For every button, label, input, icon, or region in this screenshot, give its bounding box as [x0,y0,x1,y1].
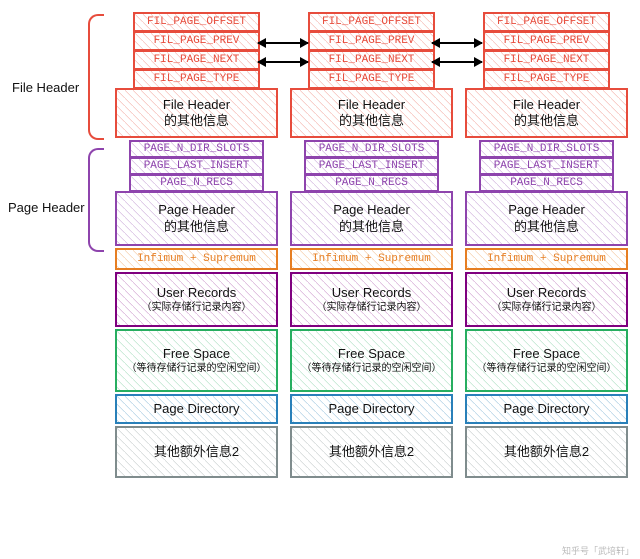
other-extra-info: 其他额外信息2 [290,426,453,478]
page-directory: Page Directory [290,394,453,424]
free-space-sub: （等待存储行记录的空闲空间） [127,363,267,375]
file-header-brace [88,14,104,140]
ph-field: PAGE_LAST_INSERT [479,157,614,175]
ph-other-title: Page Header [333,202,410,218]
ph-field: PAGE_N_DIR_SLOTS [479,140,614,158]
free-space-sub: （等待存储行记录的空闲空间） [477,363,617,375]
ph-other-title: Page Header [508,202,585,218]
fh-field: FIL_PAGE_PREV [483,31,610,51]
fh-other-sub: 的其他信息 [164,113,229,129]
fh-field: FIL_PAGE_TYPE [483,69,610,89]
ph-field: PAGE_LAST_INSERT [304,157,439,175]
ph-other-sub: 的其他信息 [514,219,579,235]
fh-field: FIL_PAGE_TYPE [308,69,435,89]
fh-field: FIL_PAGE_TYPE [133,69,260,89]
infimum-supremum: Infimum + Supremum [115,248,278,270]
free-space: Free Space（等待存储行记录的空闲空间） [290,329,453,392]
free-space-title: Free Space [163,346,230,362]
other-extra-info: 其他额外信息2 [115,426,278,478]
user-records-title: User Records [507,285,586,301]
fh-field: FIL_PAGE_OFFSET [133,12,260,32]
user-records-title: User Records [332,285,411,301]
ph-other-sub: 的其他信息 [339,219,404,235]
fh-field: FIL_PAGE_OFFSET [308,12,435,32]
page-column-0: FIL_PAGE_OFFSETFIL_PAGE_PREVFIL_PAGE_NEX… [115,12,278,478]
fh-other-title: File Header [338,97,405,113]
fh-other-sub: 的其他信息 [339,113,404,129]
fh-other: File Header的其他信息 [290,88,453,138]
page-directory: Page Directory [115,394,278,424]
arrow-next-1-2 [258,61,308,63]
user-records-sub: （实际存储行记录内容） [317,302,427,314]
user-records-title: User Records [157,285,236,301]
fh-field: FIL_PAGE_OFFSET [483,12,610,32]
user-records-sub: （实际存储行记录内容） [492,302,602,314]
fh-other: File Header的其他信息 [465,88,628,138]
fh-other-title: File Header [163,97,230,113]
pages-container: FIL_PAGE_OFFSETFIL_PAGE_PREVFIL_PAGE_NEX… [115,12,628,478]
free-space: Free Space（等待存储行记录的空闲空间） [115,329,278,392]
infimum-supremum: Infimum + Supremum [465,248,628,270]
fh-field: FIL_PAGE_NEXT [308,50,435,70]
user-records: User Records（实际存储行记录内容） [290,272,453,327]
user-records-sub: （实际存储行记录内容） [142,302,252,314]
page-column-1: FIL_PAGE_OFFSETFIL_PAGE_PREVFIL_PAGE_NEX… [290,12,453,478]
infimum-supremum: Infimum + Supremum [290,248,453,270]
watermark: 知乎号「武培轩」 [562,544,634,557]
fh-field: FIL_PAGE_NEXT [133,50,260,70]
user-records: User Records（实际存储行记录内容） [115,272,278,327]
fh-field: FIL_PAGE_PREV [133,31,260,51]
free-space-title: Free Space [338,346,405,362]
fh-other-title: File Header [513,97,580,113]
arrow-prev-1-2 [258,42,308,44]
fh-other-sub: 的其他信息 [514,113,579,129]
arrow-prev-2-3 [432,42,482,44]
ph-field: PAGE_N_RECS [479,174,614,192]
ph-other: Page Header的其他信息 [465,191,628,246]
page-header-brace [88,148,104,252]
free-space-sub: （等待存储行记录的空闲空间） [302,363,442,375]
user-records: User Records（实际存储行记录内容） [465,272,628,327]
ph-field: PAGE_N_DIR_SLOTS [129,140,264,158]
page-header-label: Page Header [8,200,85,215]
ph-field: PAGE_N_RECS [129,174,264,192]
page-directory: Page Directory [465,394,628,424]
ph-field: PAGE_N_RECS [304,174,439,192]
free-space-title: Free Space [513,346,580,362]
ph-other: Page Header的其他信息 [290,191,453,246]
ph-other-title: Page Header [158,202,235,218]
file-header-label: File Header [12,80,79,95]
arrow-next-2-3 [432,61,482,63]
fh-field: FIL_PAGE_PREV [308,31,435,51]
free-space: Free Space（等待存储行记录的空闲空间） [465,329,628,392]
ph-other-sub: 的其他信息 [164,219,229,235]
ph-field: PAGE_N_DIR_SLOTS [304,140,439,158]
ph-field: PAGE_LAST_INSERT [129,157,264,175]
fh-other: File Header的其他信息 [115,88,278,138]
fh-field: FIL_PAGE_NEXT [483,50,610,70]
other-extra-info: 其他额外信息2 [465,426,628,478]
page-column-2: FIL_PAGE_OFFSETFIL_PAGE_PREVFIL_PAGE_NEX… [465,12,628,478]
ph-other: Page Header的其他信息 [115,191,278,246]
